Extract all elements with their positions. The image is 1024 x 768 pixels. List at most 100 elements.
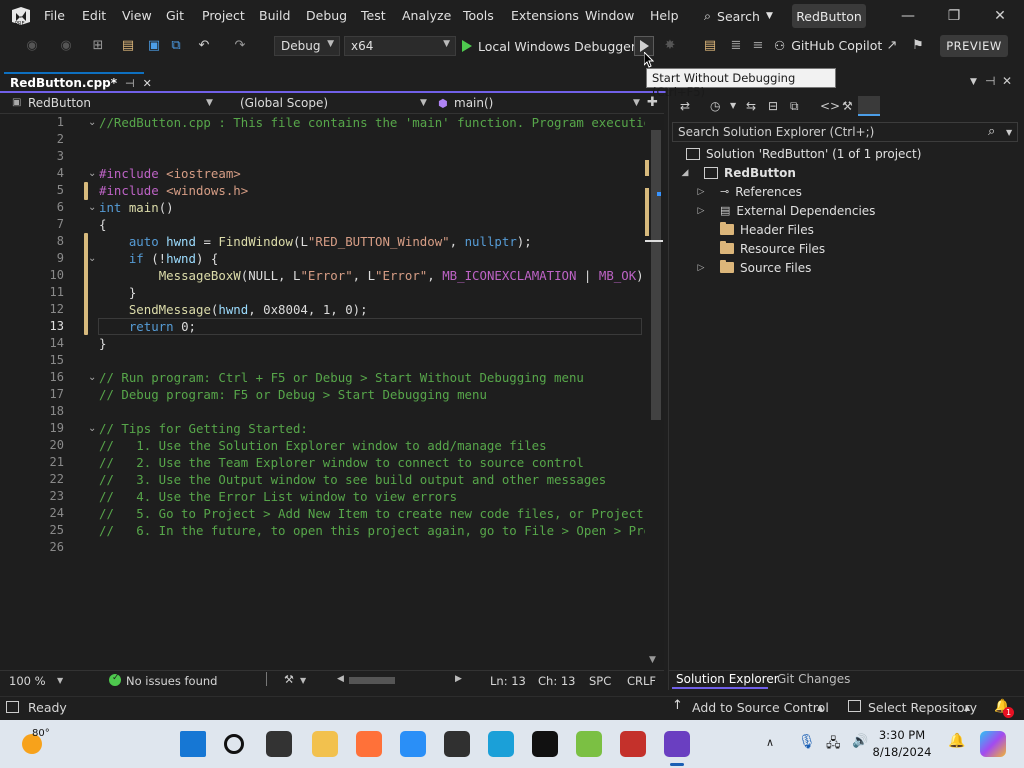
save-all-icon[interactable]: ⧉ (168, 38, 184, 54)
volume-icon[interactable]: 🔊 (852, 734, 868, 749)
preview-badge[interactable]: PREVIEW (940, 35, 1008, 57)
output-window-icon[interactable] (6, 701, 19, 713)
pin-icon[interactable]: ⊣ (125, 77, 135, 90)
code-line[interactable]: // 1. Use the Solution Explorer window t… (99, 438, 645, 453)
code-line[interactable]: SendMessage(hwnd, 0x8004, 1, 0); (99, 302, 645, 317)
code-line[interactable]: { (99, 217, 645, 232)
select-repository-button[interactable]: Select Repository (868, 700, 977, 715)
share-icon[interactable]: ↗ (884, 38, 900, 54)
weather-temperature[interactable]: 80° (32, 728, 50, 739)
code-line[interactable]: #include <iostream> (99, 166, 645, 181)
code-view-icon[interactable]: <> (820, 99, 840, 113)
expand-arrow-icon[interactable]: ▷ (696, 206, 706, 216)
network-icon[interactable]: 🖧 (826, 734, 841, 756)
code-line[interactable]: // Tips for Getting Started: (99, 421, 645, 436)
chevron-down-icon[interactable]: ▼ (633, 98, 640, 108)
code-line[interactable]: MessageBoxW(NULL, L"Error", L"Error", MB… (99, 268, 645, 283)
menu-git[interactable]: Git (166, 8, 184, 23)
visual-studio-taskbar-icon[interactable] (664, 731, 690, 757)
tab-git-changes[interactable]: Git Changes (777, 672, 850, 686)
task-view-taskbar-icon[interactable] (266, 731, 292, 757)
menu-project[interactable]: Project (202, 8, 245, 23)
expand-arrow-icon[interactable]: ▷ (696, 263, 706, 273)
search-taskbar-icon[interactable] (224, 734, 244, 754)
line-ending-indicator[interactable]: CRLF (627, 674, 656, 688)
chrome-taskbar-icon[interactable] (400, 731, 426, 757)
github-copilot-button[interactable]: ⚇ GitHub Copilot (774, 38, 882, 53)
notifications-bell-icon[interactable]: 🔔 (948, 733, 965, 749)
whitespace-indicator[interactable]: SPC (589, 674, 611, 688)
chevron-down-icon[interactable]: ▼ (420, 98, 427, 108)
chevron-up-icon[interactable]: ▲ (817, 703, 823, 712)
nav-project-dropdown[interactable]: RedButton (28, 96, 91, 112)
code-line[interactable]: // 5. Go to Project > Add New Item to cr… (99, 506, 645, 521)
firefox-taskbar-icon[interactable] (356, 731, 382, 757)
nav-member-dropdown[interactable]: main() (454, 96, 493, 112)
windows-start-taskbar-icon[interactable] (180, 731, 206, 757)
navigate-back-icon[interactable]: ◉ (24, 38, 40, 54)
scroll-left-icon[interactable]: ◀ (337, 674, 344, 684)
menu-debug[interactable]: Debug (306, 8, 347, 23)
nav-scope-dropdown[interactable]: (Global Scope) (240, 96, 328, 112)
tree-project-node[interactable]: ◢ RedButton (680, 163, 796, 182)
fold-toggle-icon[interactable]: ⌄ (88, 168, 96, 179)
properties-wrench-icon[interactable]: ⚒ (842, 99, 853, 113)
tree-item[interactable]: ▷ Source Files (696, 258, 811, 277)
expand-arrow-icon[interactable]: ▷ (696, 187, 706, 197)
close-tab-icon[interactable]: ✕ (143, 77, 152, 90)
code-line[interactable]: } (99, 285, 645, 300)
search-icon[interactable]: ⌕ (988, 124, 995, 139)
tree-item[interactable]: Header Files (696, 220, 814, 239)
obs-taskbar-icon[interactable] (444, 731, 470, 757)
sync-icon[interactable]: ⇄ (680, 99, 690, 113)
menu-build[interactable]: Build (259, 8, 290, 23)
7zip-taskbar-icon[interactable] (532, 731, 558, 757)
code-line[interactable]: return 0; (99, 319, 645, 334)
undo-icon[interactable]: ↶ (196, 38, 212, 54)
scroll-right-icon[interactable]: ▶ (455, 674, 462, 684)
menu-view[interactable]: View (122, 8, 152, 23)
new-project-icon[interactable]: ⊞ (90, 38, 106, 54)
tab-solution-explorer[interactable]: Solution Explorer (676, 672, 779, 686)
code-line[interactable]: // 2. Use the Team Explorer window to co… (99, 455, 645, 470)
navigate-forward-icon[interactable]: ◉ (58, 38, 74, 54)
line-indicator[interactable]: Ln: 13 (490, 674, 526, 688)
solution-platform-select[interactable]: x64 ▼ (344, 36, 456, 56)
collapse-arrow-icon[interactable]: ◢ (680, 168, 690, 178)
solution-explorer-search[interactable]: Search Solution Explorer (Ctrl+;) (672, 122, 1018, 142)
fold-toggle-icon[interactable]: ⌄ (88, 372, 96, 383)
folder-view-icon[interactable]: ▤ (702, 38, 718, 54)
menu-app-taskbar-icon[interactable] (620, 731, 646, 757)
tree-item[interactable]: ▷ ⊸ References (696, 182, 802, 201)
chevron-up-icon[interactable]: ∧ (766, 736, 774, 749)
chevron-up-icon[interactable]: ▲ (964, 703, 970, 712)
file-explorer-taskbar-icon[interactable] (312, 731, 338, 757)
issues-status[interactable]: No issues found (126, 674, 217, 688)
close-window-button[interactable]: ✕ (990, 6, 1010, 26)
fold-toggle-icon[interactable]: ⌄ (88, 117, 96, 128)
code-line[interactable]: if (!hwnd) { (99, 251, 645, 266)
code-line[interactable]: // 4. Use the Error List window to view … (99, 489, 645, 504)
back-forward-icon[interactable]: ⇆ (746, 99, 756, 113)
fold-toggle-icon[interactable]: ⌄ (88, 253, 96, 264)
open-folder-icon[interactable]: ▤ (120, 38, 136, 54)
menu-file[interactable]: File (44, 8, 65, 23)
add-to-source-control-button[interactable]: Add to Source Control (692, 700, 829, 715)
tree-solution-node[interactable]: Solution 'RedButton' (1 of 1 project) (686, 144, 921, 163)
minimize-button[interactable]: — (898, 6, 918, 26)
scroll-down-icon[interactable]: ▼ (649, 655, 656, 665)
show-all-files-icon[interactable]: ⧉ (790, 99, 799, 114)
copilot-taskbar-icon[interactable] (980, 731, 1006, 757)
solution-name-badge[interactable]: RedButton (792, 4, 866, 28)
start-debugging-button[interactable]: Local Windows Debugger ▼ (462, 36, 649, 56)
visual-studio-logo-icon[interactable]: PRE (10, 6, 32, 26)
history-icon[interactable]: ◷ (710, 99, 720, 113)
tree-item[interactable]: ▷ ▤ External Dependencies (696, 201, 876, 220)
column-indicator[interactable]: Ch: 13 (538, 674, 575, 688)
search-button[interactable]: ⌕ Search ▼ (704, 7, 773, 25)
restore-button[interactable]: ❐ (944, 6, 964, 26)
preview-selected-items-icon[interactable] (858, 96, 880, 116)
pin-icon[interactable]: ⊣ (985, 74, 995, 88)
step-over-icon[interactable]: ≣ (728, 38, 744, 54)
microphone-icon[interactable]: 🎙 (798, 734, 816, 750)
